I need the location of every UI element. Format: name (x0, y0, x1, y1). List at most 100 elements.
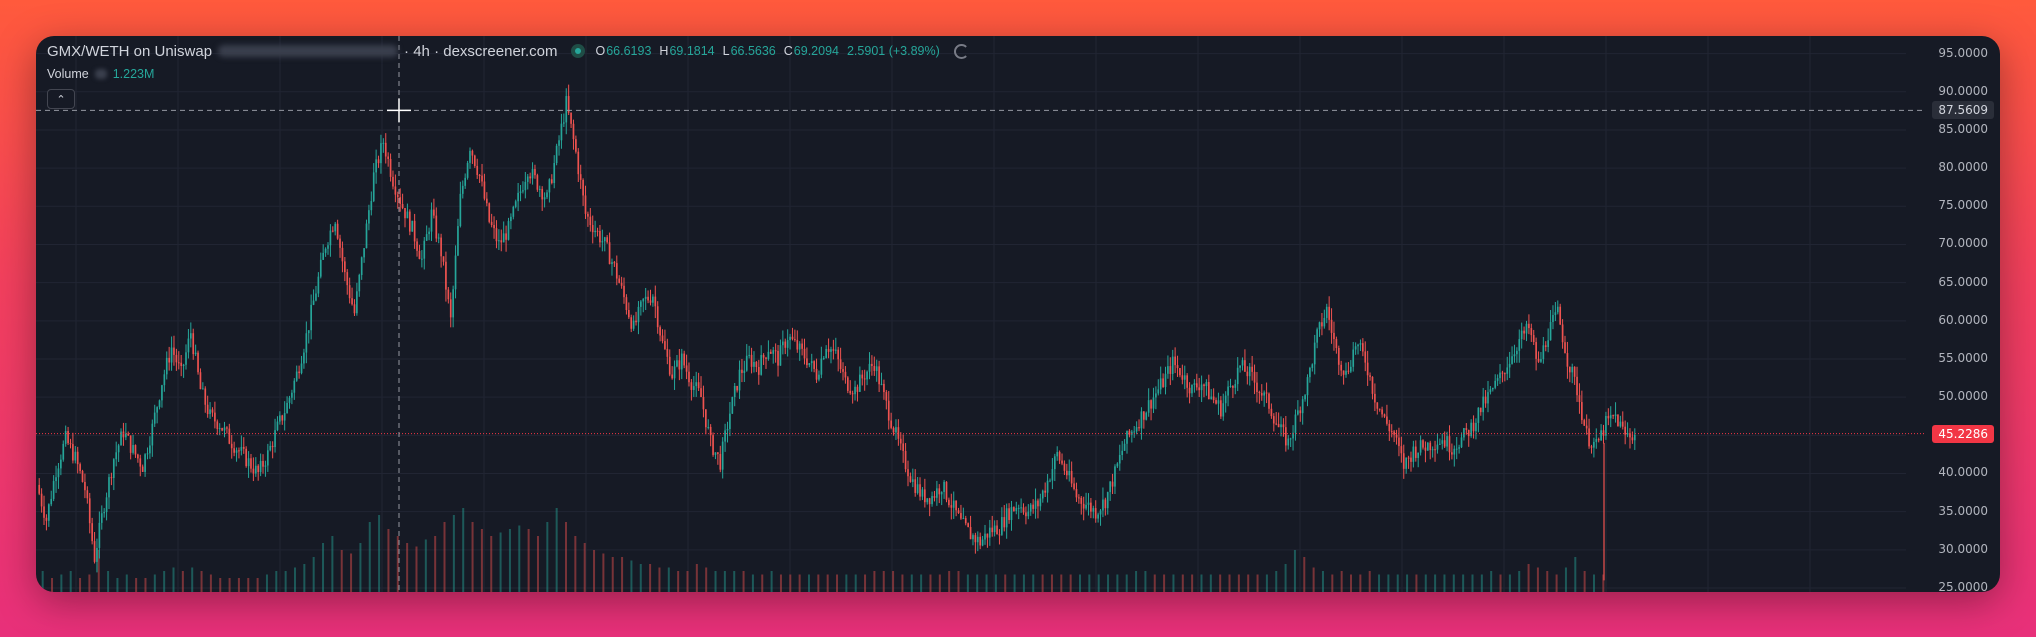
volume-bar (854, 574, 857, 592)
volume-bar (275, 571, 278, 592)
candle-body (1561, 324, 1564, 343)
candle-body (293, 380, 296, 393)
candle-body (1224, 395, 1227, 404)
candle-body (269, 445, 272, 451)
candle-body (1169, 366, 1172, 374)
candle-body (1431, 449, 1434, 451)
candle-body (796, 340, 799, 350)
candle-body (1171, 356, 1174, 374)
candle-body (67, 430, 69, 444)
candle-body (863, 378, 866, 380)
candle-body (969, 527, 972, 540)
candle-body (1234, 384, 1237, 388)
candle-body (221, 428, 223, 431)
candle-body (1405, 457, 1408, 469)
candle-body (772, 350, 775, 354)
candle-body (132, 445, 134, 453)
candle-body (1581, 402, 1583, 421)
candle-body (199, 372, 202, 390)
candle-body (664, 341, 666, 349)
candle-body (57, 468, 60, 478)
candle-body (281, 415, 284, 421)
close-value: 69.2094 (793, 44, 839, 58)
y-tick-label: 85.0000 (1938, 121, 1988, 136)
candle-body (1251, 366, 1253, 372)
candle-body (784, 341, 787, 348)
candle-body (218, 428, 221, 430)
candle-body (1203, 384, 1205, 387)
candle-body (1179, 368, 1181, 376)
volume-bar (1434, 574, 1437, 592)
volume-bar (807, 574, 810, 592)
volume-bar (247, 578, 250, 592)
candle-body (895, 427, 897, 433)
chart-window: GMX/WETH on Uniswap · 4h · dexscreener.c… (36, 36, 2000, 592)
candle-body (1020, 507, 1022, 509)
candle-body (640, 301, 642, 307)
candle-body (550, 179, 553, 184)
candle-body (173, 347, 175, 355)
candle-body (88, 498, 91, 524)
volume-bar (209, 574, 212, 592)
price-chart[interactable] (36, 36, 2000, 592)
candle-body (93, 541, 96, 562)
candle-body (1369, 375, 1371, 377)
candle-body (1010, 507, 1013, 521)
chevron-up-icon: ⌃ (56, 93, 66, 106)
market-status-icon[interactable] (571, 44, 586, 58)
candle-body (498, 240, 500, 242)
timeframe-label[interactable]: 4h (413, 43, 430, 60)
candle-body (996, 525, 998, 535)
candle-body (187, 338, 190, 353)
candle-body (461, 185, 464, 194)
candle-body (96, 547, 98, 562)
candle-body (584, 195, 587, 214)
candle-body (105, 497, 108, 513)
volume-bar (480, 529, 483, 592)
volume-bar (836, 574, 839, 592)
candle-body (875, 366, 878, 371)
candle-body (1467, 429, 1470, 437)
candle-body (899, 438, 902, 444)
close-key: C (783, 44, 793, 58)
pair-title[interactable]: GMX/WETH on Uniswap (47, 43, 212, 60)
volume-bar (695, 564, 698, 592)
candle-body (589, 216, 592, 226)
candle-body (81, 470, 84, 482)
candle-body (618, 278, 621, 283)
candle-body (1063, 463, 1066, 471)
candle-body (926, 498, 929, 503)
volume-bar (1527, 564, 1530, 592)
collapse-legend-button[interactable]: ⌃ (47, 89, 75, 109)
candle-body (1162, 378, 1164, 388)
volume-bar (751, 574, 754, 592)
volume-bar (1340, 571, 1343, 592)
candle-body (546, 192, 548, 198)
candle-body (892, 427, 895, 433)
volume-bar (1452, 574, 1455, 592)
candle-body (1366, 362, 1369, 376)
candle-body (887, 400, 890, 421)
candle-body (950, 505, 953, 508)
candle-body (1318, 322, 1321, 330)
candle-body (1588, 428, 1590, 447)
candle-body (134, 445, 137, 455)
candle-body (1566, 353, 1569, 367)
candle-body (543, 197, 546, 200)
candle-body (596, 230, 599, 232)
candle-body (570, 112, 572, 124)
candle-body (928, 498, 931, 505)
candle-body (235, 450, 238, 453)
volume-bar (817, 574, 820, 592)
candle-body (384, 142, 387, 157)
volume-label[interactable]: Volume (47, 67, 89, 81)
volume-bar (929, 574, 932, 592)
candle-body (1236, 367, 1239, 385)
volume-bar (471, 522, 474, 592)
volume-bar (602, 553, 605, 592)
candle-body (1188, 387, 1191, 394)
volume-bar (265, 574, 268, 592)
candle-body (1104, 499, 1107, 509)
candle-body (1253, 371, 1256, 383)
candle-body (587, 213, 589, 217)
